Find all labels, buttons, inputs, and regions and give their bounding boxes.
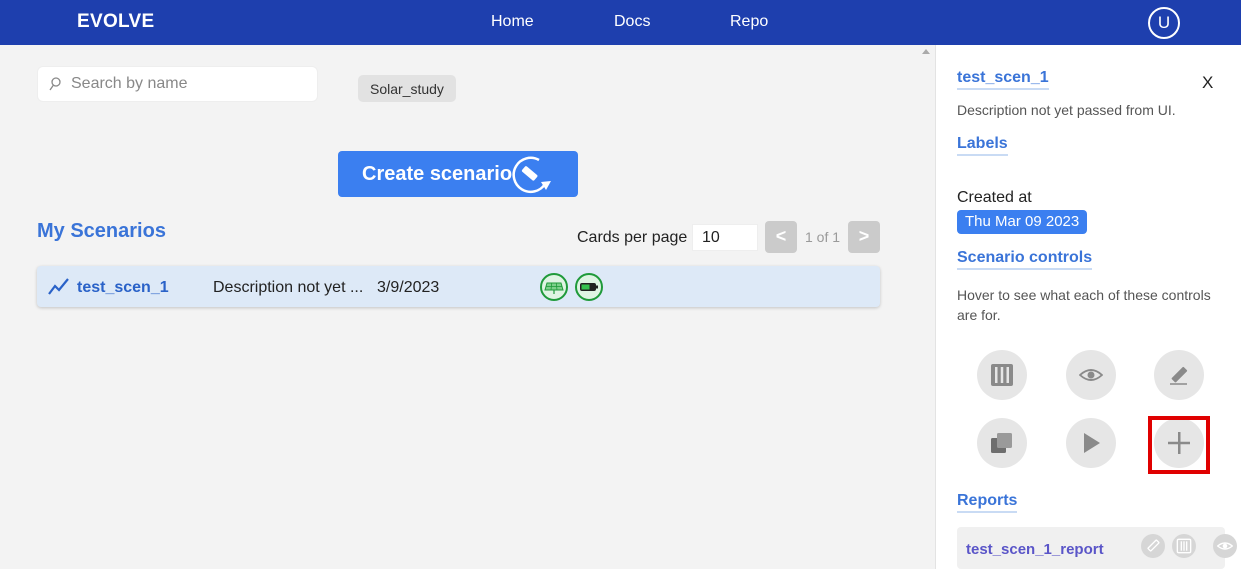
nav-repo[interactable]: Repo [730,13,768,31]
search-input[interactable] [71,67,311,101]
prev-page-button[interactable]: < [765,221,797,253]
brand-logo[interactable]: EVOLVE [77,11,154,33]
nav-docs[interactable]: Docs [614,13,650,31]
scenario-name[interactable]: test_scen_1 [77,279,169,297]
columns-icon [1176,538,1192,554]
scenario-row[interactable]: test_scen_1 Description not yet ... 3/9/… [37,266,880,307]
cards-per-page-label: Cards per page [577,229,688,246]
battery-icon [575,273,603,301]
report-view-button[interactable] [1213,534,1237,558]
scenario-details-panel: test_scen_1 X Description not yet passed… [935,45,1241,569]
search-box [37,66,318,102]
next-page-button[interactable]: > [848,221,880,253]
page-info: 1 of 1 [805,229,841,245]
columns-button[interactable] [977,350,1027,400]
scroll-up-arrow[interactable] [922,49,930,54]
nav-home[interactable]: Home [491,13,534,31]
panel-description: Description not yet passed from UI. [957,102,1176,118]
scenario-date: 3/9/2023 [377,279,440,296]
pencil-icon [1147,539,1160,552]
panel-title: test_scen_1 [957,69,1049,90]
cards-per-page-input[interactable] [692,224,758,251]
labels-heading: Labels [957,135,1008,156]
top-navbar: EVOLVE Home Docs Repo U [0,0,1241,45]
create-scenario-icon [512,156,551,194]
duplicate-button[interactable] [977,418,1027,468]
created-at-label: Created at [957,189,1032,206]
play-icon [1084,433,1100,453]
created-date-badge: Thu Mar 09 2023 [957,210,1088,234]
report-columns-button[interactable] [1172,534,1196,558]
scenario-description: Description not yet ... [213,279,364,296]
pencil-icon [1170,366,1188,385]
tag-chip[interactable]: Solar_study [358,75,456,102]
close-button[interactable]: X [1202,73,1213,93]
report-name[interactable]: test_scen_1_report [966,541,1104,558]
scenario-controls-heading: Scenario controls [957,249,1093,270]
controls-hint: Hover to see what each of these controls… [957,287,1211,323]
columns-icon [991,364,1013,386]
run-button[interactable] [1066,418,1116,468]
report-edit-button[interactable] [1141,534,1165,558]
highlight-box [1148,416,1210,474]
edit-button[interactable] [1154,350,1204,400]
reports-heading: Reports [957,492,1018,513]
solar-panel-icon [540,273,568,301]
user-avatar[interactable]: U [1148,7,1180,39]
main-content: Solar_study Create scenario My Scenarios… [0,45,935,569]
create-scenario-label: Create scenario [362,163,513,185]
section-title: My Scenarios [37,220,166,242]
search-icon [49,77,61,91]
view-button[interactable] [1066,350,1116,400]
eye-icon [1217,542,1233,550]
eye-icon [1079,369,1103,381]
line-chart-icon [48,278,69,295]
report-item[interactable]: test_scen_1_report [957,527,1237,569]
copy-icon [991,433,1012,453]
create-scenario-button[interactable]: Create scenario [338,151,578,197]
